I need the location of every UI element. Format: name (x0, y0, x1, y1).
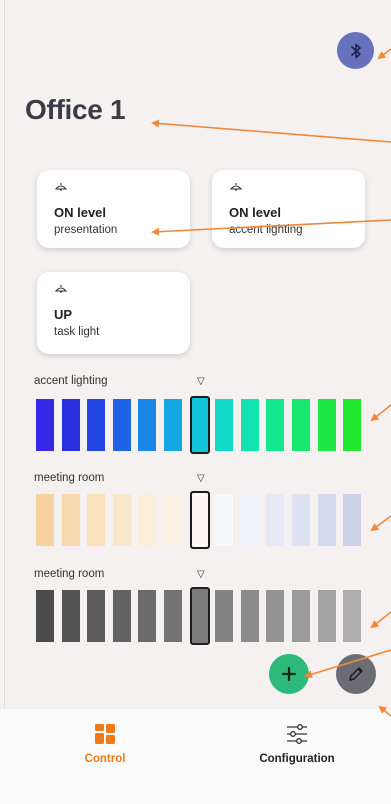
page-title: Office 1 (25, 94, 126, 125)
tab-label: Configuration (259, 753, 335, 765)
color-swatch[interactable] (240, 590, 259, 642)
scene-title: UP (54, 307, 73, 322)
color-swatch[interactable] (164, 590, 182, 642)
color-swatch[interactable] (164, 399, 182, 451)
color-swatch[interactable] (240, 494, 259, 546)
color-swatch[interactable] (112, 590, 131, 642)
color-swatch[interactable] (215, 590, 234, 642)
caret-down-icon[interactable]: ▽ (197, 569, 205, 580)
color-swatch[interactable] (138, 494, 157, 546)
color-swatch[interactable] (87, 494, 106, 546)
color-swatch[interactable] (61, 399, 80, 451)
tab-control[interactable]: Control (30, 709, 180, 804)
caret-down-icon[interactable]: ▽ (197, 473, 205, 484)
scene-title: ON level (229, 205, 282, 220)
color-swatch[interactable] (266, 494, 285, 546)
color-swatch-selected[interactable] (189, 491, 210, 549)
color-swatch[interactable] (112, 399, 131, 451)
color-swatch[interactable] (292, 399, 310, 451)
color-swatch[interactable] (343, 494, 362, 546)
ceiling-lamp-icon (54, 285, 68, 293)
color-swatch[interactable] (61, 590, 80, 642)
bottom-navigation: Control Configuration (0, 709, 391, 804)
color-swatch[interactable] (292, 590, 310, 642)
color-swatch[interactable] (61, 494, 80, 546)
color-swatch[interactable] (343, 399, 362, 451)
bluetooth-icon (350, 43, 361, 58)
color-swatch[interactable] (215, 399, 234, 451)
scene-title: ON level (54, 205, 107, 220)
bluetooth-button[interactable] (337, 32, 374, 69)
color-swatch[interactable] (138, 399, 157, 451)
ceiling-lamp-icon (54, 183, 68, 191)
grid-icon (95, 724, 115, 744)
color-swatch-selected[interactable] (189, 587, 210, 645)
plus-icon (281, 666, 297, 682)
color-swatch[interactable] (87, 399, 106, 451)
color-swatch[interactable] (292, 494, 310, 546)
color-swatch[interactable] (240, 399, 259, 451)
color-swatch[interactable] (266, 399, 285, 451)
color-swatch[interactable] (317, 399, 336, 451)
group-label: meeting room (34, 472, 105, 484)
group-label: meeting room (34, 568, 105, 580)
scene-card-task-light[interactable]: UP task light (37, 272, 190, 354)
color-swatch[interactable] (215, 494, 234, 546)
color-swatch[interactable] (36, 399, 54, 451)
color-swatch[interactable] (36, 494, 54, 546)
color-swatch[interactable] (164, 494, 182, 546)
color-swatch[interactable] (87, 590, 106, 642)
sliders-icon (287, 724, 307, 744)
pencil-icon (349, 667, 363, 681)
color-swatch[interactable] (112, 494, 131, 546)
scene-card-presentation[interactable]: ON level presentation (37, 170, 190, 248)
add-button[interactable] (269, 654, 309, 694)
scene-card-accent-lighting[interactable]: ON level accent lighting (212, 170, 365, 248)
color-swatch[interactable] (343, 590, 362, 642)
tab-label: Control (84, 753, 126, 765)
color-swatch[interactable] (266, 590, 285, 642)
edit-button[interactable] (336, 654, 376, 694)
group-label: accent lighting (34, 375, 108, 387)
color-swatch[interactable] (36, 590, 54, 642)
color-swatch[interactable] (138, 590, 157, 642)
color-swatch-selected[interactable] (189, 396, 210, 454)
scene-subtitle: presentation (54, 224, 118, 236)
color-swatch[interactable] (317, 494, 336, 546)
scene-subtitle: accent lighting (229, 224, 303, 236)
color-swatch[interactable] (317, 590, 336, 642)
tab-configuration[interactable]: Configuration (222, 709, 372, 804)
ceiling-lamp-icon (229, 183, 243, 191)
scene-subtitle: task light (54, 326, 100, 338)
caret-down-icon[interactable]: ▽ (197, 376, 205, 387)
